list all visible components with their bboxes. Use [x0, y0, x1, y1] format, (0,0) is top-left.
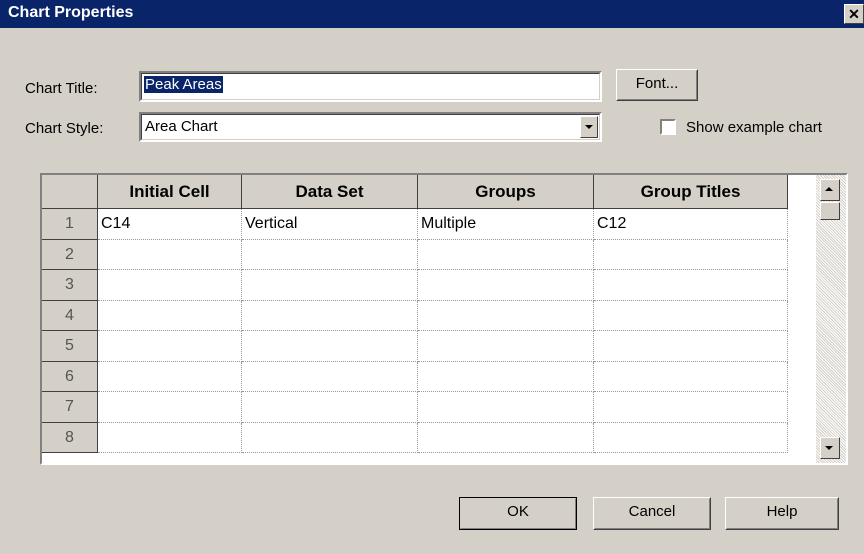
- row-header[interactable]: 5: [42, 331, 98, 362]
- row-header[interactable]: 2: [42, 239, 98, 270]
- grid-cell[interactable]: [418, 331, 594, 362]
- grid-cell[interactable]: Multiple: [418, 209, 594, 240]
- grid-cell[interactable]: [98, 392, 242, 423]
- scroll-down-button[interactable]: [820, 437, 840, 459]
- row-header[interactable]: 3: [42, 270, 98, 301]
- title-bar: Chart Properties ✕: [0, 0, 864, 28]
- grid-cell[interactable]: [98, 361, 242, 392]
- grid-cell[interactable]: [242, 392, 418, 423]
- ok-button-label: OK: [507, 503, 529, 520]
- grid-cell[interactable]: [594, 392, 788, 423]
- font-button[interactable]: Font...: [616, 69, 698, 101]
- grid-cell[interactable]: C12: [594, 209, 788, 240]
- grid-cell[interactable]: [98, 331, 242, 362]
- grid-cell[interactable]: [242, 361, 418, 392]
- grid-cell[interactable]: [98, 300, 242, 331]
- column-header-groups[interactable]: Groups: [418, 175, 594, 209]
- grid-cell[interactable]: [594, 331, 788, 362]
- grid-cell[interactable]: [594, 422, 788, 453]
- column-header-group-titles[interactable]: Group Titles: [594, 175, 788, 209]
- grid-cell[interactable]: [418, 239, 594, 270]
- grid-cell[interactable]: [242, 239, 418, 270]
- grid-cell[interactable]: [594, 239, 788, 270]
- grid-cell[interactable]: [594, 270, 788, 301]
- cancel-button-label: Cancel: [628, 503, 676, 520]
- scroll-thumb[interactable]: [820, 202, 840, 220]
- show-example-checkbox[interactable]: [660, 119, 676, 135]
- chart-style-value: Area Chart: [145, 118, 218, 135]
- row-header[interactable]: 4: [42, 300, 98, 331]
- grid-cell[interactable]: [594, 361, 788, 392]
- grid-cell[interactable]: [98, 422, 242, 453]
- grid-cell[interactable]: [594, 300, 788, 331]
- column-header-initial-cell[interactable]: Initial Cell: [98, 175, 242, 209]
- cancel-button[interactable]: Cancel: [593, 497, 711, 530]
- row-header[interactable]: 7: [42, 392, 98, 423]
- help-button[interactable]: Help: [725, 497, 839, 530]
- scroll-up-button[interactable]: [820, 179, 840, 201]
- grid-cell[interactable]: [418, 422, 594, 453]
- chart-style-select[interactable]: Area Chart: [139, 112, 602, 142]
- grid-cell[interactable]: [98, 239, 242, 270]
- grid-cell[interactable]: Vertical: [242, 209, 418, 240]
- grid-corner: [42, 175, 98, 209]
- chart-style-label: Chart Style:: [25, 120, 104, 137]
- row-header[interactable]: 6: [42, 361, 98, 392]
- chart-title-label: Chart Title:: [25, 80, 98, 97]
- grid-cell[interactable]: [418, 392, 594, 423]
- grid-cell[interactable]: [242, 270, 418, 301]
- ok-button[interactable]: OK: [459, 497, 577, 530]
- grid-cell[interactable]: [418, 361, 594, 392]
- grid-cell[interactable]: [418, 300, 594, 331]
- show-example-label: Show example chart: [686, 119, 822, 136]
- close-button[interactable]: ✕: [844, 4, 864, 24]
- vertical-scrollbar[interactable]: [816, 175, 846, 463]
- chart-title-value: Peak Areas: [144, 76, 223, 93]
- grid-cell[interactable]: [418, 270, 594, 301]
- row-header[interactable]: 1: [42, 209, 98, 240]
- grid-cell[interactable]: [242, 331, 418, 362]
- column-header-data-set[interactable]: Data Set: [242, 175, 418, 209]
- row-header[interactable]: 8: [42, 422, 98, 453]
- window-title: Chart Properties: [8, 4, 134, 21]
- font-button-label: Font...: [635, 75, 679, 92]
- grid-cell[interactable]: [242, 300, 418, 331]
- grid-cell[interactable]: C14: [98, 209, 242, 240]
- chart-data-grid[interactable]: Initial Cell Data Set Groups Group Title…: [40, 173, 848, 465]
- grid-cell[interactable]: [242, 422, 418, 453]
- grid-cell[interactable]: [98, 270, 242, 301]
- chevron-down-icon[interactable]: [580, 116, 598, 138]
- chart-title-input[interactable]: Peak Areas: [139, 71, 602, 102]
- help-button-label: Help: [766, 503, 798, 520]
